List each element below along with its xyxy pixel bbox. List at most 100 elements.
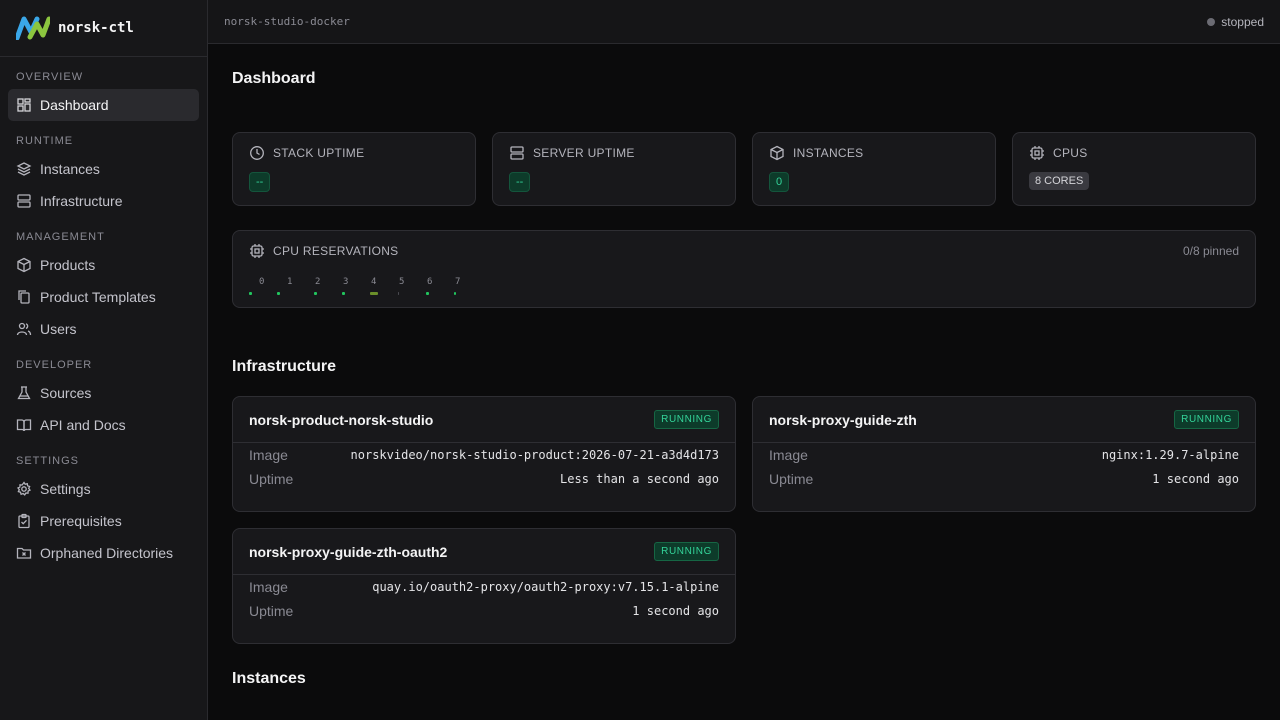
core-number: 5 [399,277,405,287]
cpu-core[interactable]: 5 [389,277,417,297]
core-number: 2 [315,277,321,287]
nav-section-title: RUNTIME [16,135,74,147]
sidebar-item-prerequisites[interactable]: Prerequisites [8,505,199,537]
stat-label: SERVER UPTIME [533,146,635,160]
uptime-row: Uptime 1 second ago [753,467,1255,491]
status-dot-icon [1207,17,1216,26]
stat-label: STACK UPTIME [273,146,365,160]
uptime-label: Uptime [249,471,294,487]
section-title-infrastructure: Infrastructure [232,358,337,375]
sidebar-item-instances[interactable]: Instances [8,153,199,185]
core-number: 1 [287,277,293,287]
sidebar-item-orphaned-directories[interactable]: Orphaned Directories [8,537,199,569]
sidebar-item-settings[interactable]: Settings [8,473,199,505]
norsk-logo-icon [16,16,50,40]
stat-header: INSTANCES [753,133,995,161]
uptime-row: Uptime Less than a second ago [233,467,735,491]
status-badge: RUNNING [1174,410,1239,429]
sidebar-item-dashboard[interactable]: Dashboard [8,89,199,121]
sidebar-item-label: API and Docs [40,417,126,433]
cpu-core[interactable]: 2 [305,277,333,297]
core-bar [370,292,378,295]
image-label: Image [769,447,808,463]
cpu-core[interactable]: 7 [445,277,473,297]
sidebar-item-label: Instances [40,161,100,177]
layers-icon [16,162,32,176]
copy-icon [18,290,30,304]
cpu-core[interactable]: 1 [277,277,305,297]
cpu-reservations-card: CPU RESERVATIONS 0/8 pinned 0 1 2 3 4 5 … [232,230,1256,308]
core-bar [426,292,429,295]
stat-header: SERVER UPTIME [493,133,735,161]
brand[interactable]: norsk-ctl [0,0,207,57]
infra-card[interactable]: norsk-proxy-guide-zth RUNNING Image ngin… [752,396,1256,512]
page-title: Dashboard [232,70,316,87]
nav-section-settings: SETTINGS Settings Prerequisites Orphaned… [8,449,199,569]
uptime-label: Uptime [249,603,294,619]
section-title-instances: Instances [232,670,306,687]
core-bar [249,292,252,295]
nav-section-developer: DEVELOPER Sources API and Docs [8,353,199,441]
cpu-core[interactable]: 3 [333,277,361,297]
cpu-reservations-label: CPU RESERVATIONS [273,244,399,258]
cpu-core[interactable]: 0 [249,277,277,297]
cube-icon [770,145,784,161]
dashboard-icon [17,98,31,112]
sidebar-item-label: Products [40,257,96,273]
container-name: norsk-proxy-guide-zth [769,411,917,428]
nav-section-title: DEVELOPER [16,359,93,371]
stat-header: CPUS [1013,133,1255,161]
infra-card[interactable]: norsk-product-norsk-studio RUNNING Image… [232,396,736,512]
core-bar [398,292,399,295]
infra-card-header: norsk-proxy-guide-zth RUNNING [753,397,1255,443]
status-badge: RUNNING [654,410,719,429]
stat-header: STACK UPTIME [233,133,475,161]
sidebar-item-label: Sources [40,385,92,401]
sidebar-item-product-templates[interactable]: Product Templates [8,281,199,313]
image-value: nginx:1.29.7-alpine [1101,448,1239,462]
stack-status: stopped [1207,15,1264,29]
stat-value: 8 CORES [1029,172,1090,190]
cpu-icon [1030,146,1044,160]
stat-value: 0 [769,172,790,192]
stat-card-instances: INSTANCES 0 [752,132,996,206]
core-bar [342,292,345,295]
image-row: Image nginx:1.29.7-alpine [753,443,1255,467]
core-number: 4 [371,277,377,287]
status-label: stopped [1221,14,1264,29]
uptime-row: Uptime 1 second ago [233,599,735,623]
nav-section-management: MANAGEMENT Products Product Templates Us… [8,225,199,345]
infra-card[interactable]: norsk-proxy-guide-zth-oauth2 RUNNING Ima… [232,528,736,644]
clock-icon [250,146,264,160]
cpu-core[interactable]: 4 [361,277,389,297]
sidebar-item-sources[interactable]: Sources [8,377,199,409]
nav-section-title: SETTINGS [16,455,80,467]
sidebar-item-label: Prerequisites [40,513,122,529]
sidebar: norsk-ctl OVERVIEW Dashboard RUNTIME Ins… [0,0,208,720]
uptime-value: 1 second ago [1152,472,1239,486]
stat-label: INSTANCES [793,146,864,160]
sidebar-item-infrastructure[interactable]: Infrastructure [8,185,199,217]
package-icon [17,257,31,273]
stat-value: -- [509,172,531,192]
core-bar [314,292,317,295]
cpu-core[interactable]: 6 [417,277,445,297]
gear-icon [17,481,32,496]
image-label: Image [249,579,288,595]
sidebar-item-users[interactable]: Users [8,313,199,345]
sidebar-item-api-docs[interactable]: API and Docs [8,409,199,441]
core-bar [277,292,280,295]
sidebar-item-label: Product Templates [40,289,156,305]
nav-section-title: MANAGEMENT [16,231,105,243]
sidebar-item-label: Orphaned Directories [40,545,174,561]
sidebar-item-products[interactable]: Products [8,249,199,281]
sidebar-item-label: Settings [40,481,91,497]
cpu-icon [250,244,264,258]
core-number: 6 [427,277,433,287]
users-icon [16,322,32,336]
container-name: norsk-proxy-guide-zth-oauth2 [249,543,448,560]
core-number: 0 [259,277,265,287]
status-badge: RUNNING [654,542,719,561]
cpu-core-grid: 0 1 2 3 4 5 6 7 [249,277,473,297]
sidebar-item-label: Users [40,321,77,337]
